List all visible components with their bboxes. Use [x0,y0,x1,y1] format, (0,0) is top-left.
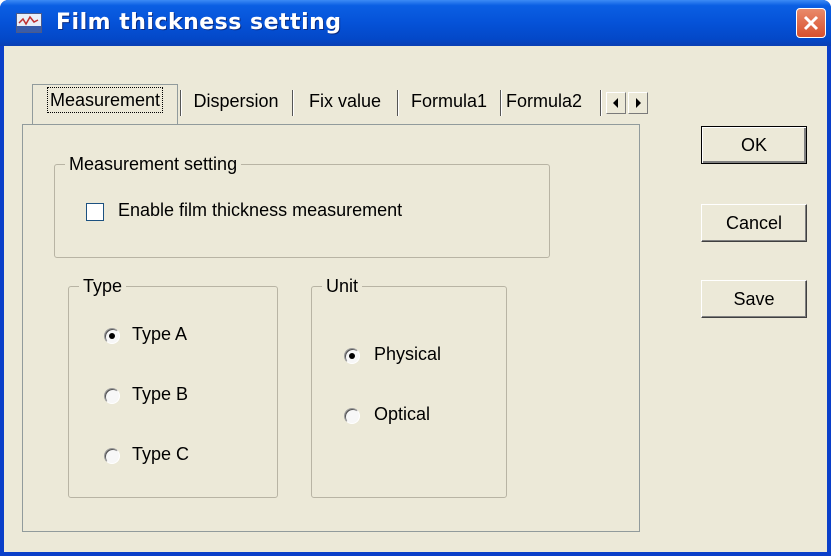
radio-label[interactable]: Type B [132,384,188,405]
arrow-left-icon [613,98,618,108]
type-b-radio[interactable] [104,388,120,404]
group-label: Type [79,275,127,297]
radio-label[interactable]: Physical [374,344,441,365]
window-title: Film thickness setting [56,10,342,35]
radio-label[interactable]: Type A [132,324,187,345]
save-button[interactable]: Save [701,280,807,318]
radio-label[interactable]: Optical [374,404,430,425]
type-a-radio[interactable] [104,328,120,344]
tab-label: Measurement [46,87,164,113]
tab-fix-value[interactable]: Fix value [298,86,392,118]
tab-dispersion[interactable]: Dispersion [184,86,288,118]
optical-radio[interactable] [344,408,360,424]
unit-group: Unit [311,275,507,498]
tab-separator [600,90,602,116]
type-c-radio[interactable] [104,448,120,464]
enable-measurement-checkbox[interactable] [86,203,104,221]
group-label: Unit [322,275,363,297]
checkbox-label[interactable]: Enable film thickness measurement [118,200,402,221]
tab-scroll-left-button[interactable] [606,92,626,114]
tab-separator [397,90,399,116]
tab-formula2[interactable]: Formula2 [506,86,596,118]
chart-app-icon [16,13,42,33]
tab-formula1[interactable]: Formula1 [402,86,496,118]
radio-selected-dot [349,353,355,359]
tab-separator [292,90,294,116]
group-label: Measurement setting [65,153,242,175]
physical-radio[interactable] [344,348,360,364]
cancel-button[interactable]: Cancel [701,204,807,242]
radio-label[interactable]: Type C [132,444,189,465]
ok-button[interactable]: OK [701,126,807,164]
close-icon [803,15,819,31]
tab-measurement[interactable]: Measurement [32,84,178,125]
radio-selected-dot [109,333,115,339]
tab-separator [180,90,182,116]
tab-separator [500,90,502,116]
close-button[interactable] [796,8,826,38]
tab-scroll-right-button[interactable] [628,92,648,114]
arrow-right-icon [636,98,641,108]
title-bar[interactable]: Film thickness setting [0,0,831,46]
